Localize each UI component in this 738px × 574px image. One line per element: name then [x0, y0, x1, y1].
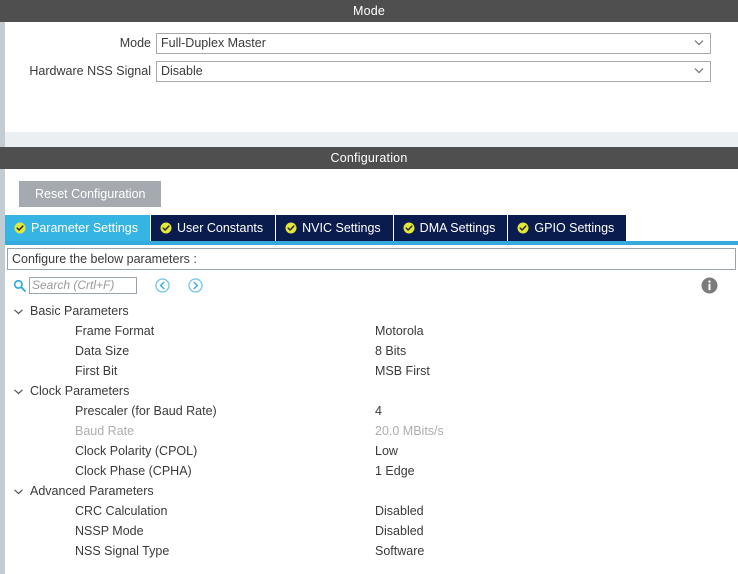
configuration-tabstrip: Parameter Settings User Constants NVIC S…: [5, 215, 738, 245]
mode-combobox-value: Full-Duplex Master: [161, 36, 266, 50]
parameter-name: NSS Signal Type: [75, 544, 170, 558]
tab-label: GPIO Settings: [534, 221, 615, 235]
parameter-value: MSB First: [375, 364, 430, 378]
tree-row[interactable]: NSS Signal Type Software: [5, 541, 738, 561]
tree-row[interactable]: Prescaler (for Baud Rate) 4: [5, 401, 738, 421]
check-circle-icon: [14, 222, 26, 234]
parameter-value: 20.0 MBits/s: [375, 424, 444, 438]
chevron-down-icon: [694, 38, 704, 47]
tree-row[interactable]: First Bit MSB First: [5, 361, 738, 381]
tab-dma-settings[interactable]: DMA Settings: [393, 215, 509, 241]
tab-gpio-settings[interactable]: GPIO Settings: [508, 215, 628, 241]
hardware-nss-signal-combobox[interactable]: Disable: [156, 60, 711, 82]
reset-configuration-button[interactable]: Reset Configuration: [19, 181, 162, 207]
tab-user-constants[interactable]: User Constants: [151, 215, 277, 241]
hardware-nss-signal-label: Hardware NSS Signal: [29, 64, 151, 78]
parameter-value: Software: [375, 544, 425, 558]
parameter-value: Motorola: [375, 324, 424, 338]
search-icon: [13, 279, 26, 292]
check-circle-icon: [160, 222, 172, 234]
parameter-name: Data Size: [75, 344, 130, 358]
parameter-value: Low: [375, 444, 398, 458]
tab-label: DMA Settings: [419, 221, 496, 235]
search-input[interactable]: [29, 276, 137, 294]
tree-row[interactable]: Frame Format Motorola: [5, 321, 738, 341]
chevron-down-icon: [13, 306, 24, 317]
mode-panel-body: Mode Full-Duplex Master Hardware NSS Sig…: [0, 22, 738, 132]
check-circle-icon: [403, 222, 415, 234]
tab-nvic-settings[interactable]: NVIC Settings: [276, 215, 394, 241]
tree-row[interactable]: NSSP Mode Disabled: [5, 521, 738, 541]
tab-label: Parameter Settings: [31, 221, 138, 235]
reset-configuration-toolbar: Reset Configuration: [5, 169, 738, 215]
mode-panel-header: Mode: [0, 0, 738, 22]
tree-row[interactable]: Clock Polarity (CPOL) Low: [5, 441, 738, 461]
tree-row[interactable]: Data Size 8 Bits: [5, 341, 738, 361]
tree-group-clock-parameters[interactable]: Clock Parameters: [5, 381, 738, 401]
parameter-name: NSSP Mode: [75, 524, 144, 538]
chevron-down-icon: [13, 486, 24, 497]
panel-divider: [0, 132, 738, 147]
mode-field-row: Mode Full-Duplex Master: [5, 32, 738, 54]
hardware-nss-signal-field-row: Hardware NSS Signal Disable: [5, 60, 738, 82]
parameter-value: Disabled: [375, 524, 424, 538]
spi-configuration-view: Mode Mode Full-Duplex Master Hardware NS…: [0, 0, 738, 574]
chevron-down-icon: [13, 386, 24, 397]
tree-group-label: Advanced Parameters: [30, 484, 154, 498]
tree-row: Baud Rate 20.0 MBits/s: [5, 421, 738, 441]
parameter-name: Baud Rate: [75, 424, 135, 438]
hardware-nss-signal-value: Disable: [161, 64, 203, 78]
tab-parameter-settings[interactable]: Parameter Settings: [5, 215, 151, 241]
tree-group-advanced-parameters[interactable]: Advanced Parameters: [5, 481, 738, 501]
mode-field-label: Mode: [119, 36, 151, 50]
configuration-panel-header: Configuration: [0, 147, 738, 169]
configuration-panel-title: Configuration: [330, 151, 408, 165]
tab-label: NVIC Settings: [302, 221, 381, 235]
parameter-value: 8 Bits: [375, 344, 407, 358]
parameter-name: Frame Format: [75, 324, 155, 338]
tree-group-label: Clock Parameters: [30, 384, 130, 398]
chevron-down-icon: [694, 66, 704, 75]
parameter-name: Prescaler (for Baud Rate): [75, 404, 217, 418]
parameter-value: Disabled: [375, 504, 424, 518]
tree-row[interactable]: Clock Phase (CPHA) 1 Edge: [5, 461, 738, 481]
tree-group-label: Basic Parameters: [30, 304, 129, 318]
parameter-value: 4: [375, 404, 382, 418]
parameter-name: First Bit: [75, 364, 118, 378]
tree-row[interactable]: CRC Calculation Disabled: [5, 501, 738, 521]
parameter-tree: Basic Parameters Frame Format Motorola D…: [5, 300, 738, 561]
configure-hint-bar: Configure the below parameters :: [7, 248, 736, 270]
info-icon[interactable]: [701, 277, 718, 294]
mode-panel-title: Mode: [352, 4, 386, 18]
parameter-value: 1 Edge: [375, 464, 415, 478]
parameter-search-row: [5, 270, 738, 300]
parameter-name: Clock Polarity (CPOL): [75, 444, 198, 458]
check-circle-icon: [517, 222, 529, 234]
configuration-panel-body: Reset Configuration Parameter Settings U…: [0, 169, 738, 574]
parameter-name: Clock Phase (CPHA): [75, 464, 192, 478]
mode-combobox[interactable]: Full-Duplex Master: [156, 32, 711, 54]
tab-label: User Constants: [177, 221, 264, 235]
parameter-name: CRC Calculation: [75, 504, 168, 518]
tree-group-basic-parameters[interactable]: Basic Parameters: [5, 301, 738, 321]
forward-arrow-icon[interactable]: [188, 277, 203, 293]
back-arrow-icon[interactable]: [155, 277, 170, 293]
configure-hint-text: Configure the below parameters :: [12, 252, 197, 266]
check-circle-icon: [285, 222, 297, 234]
